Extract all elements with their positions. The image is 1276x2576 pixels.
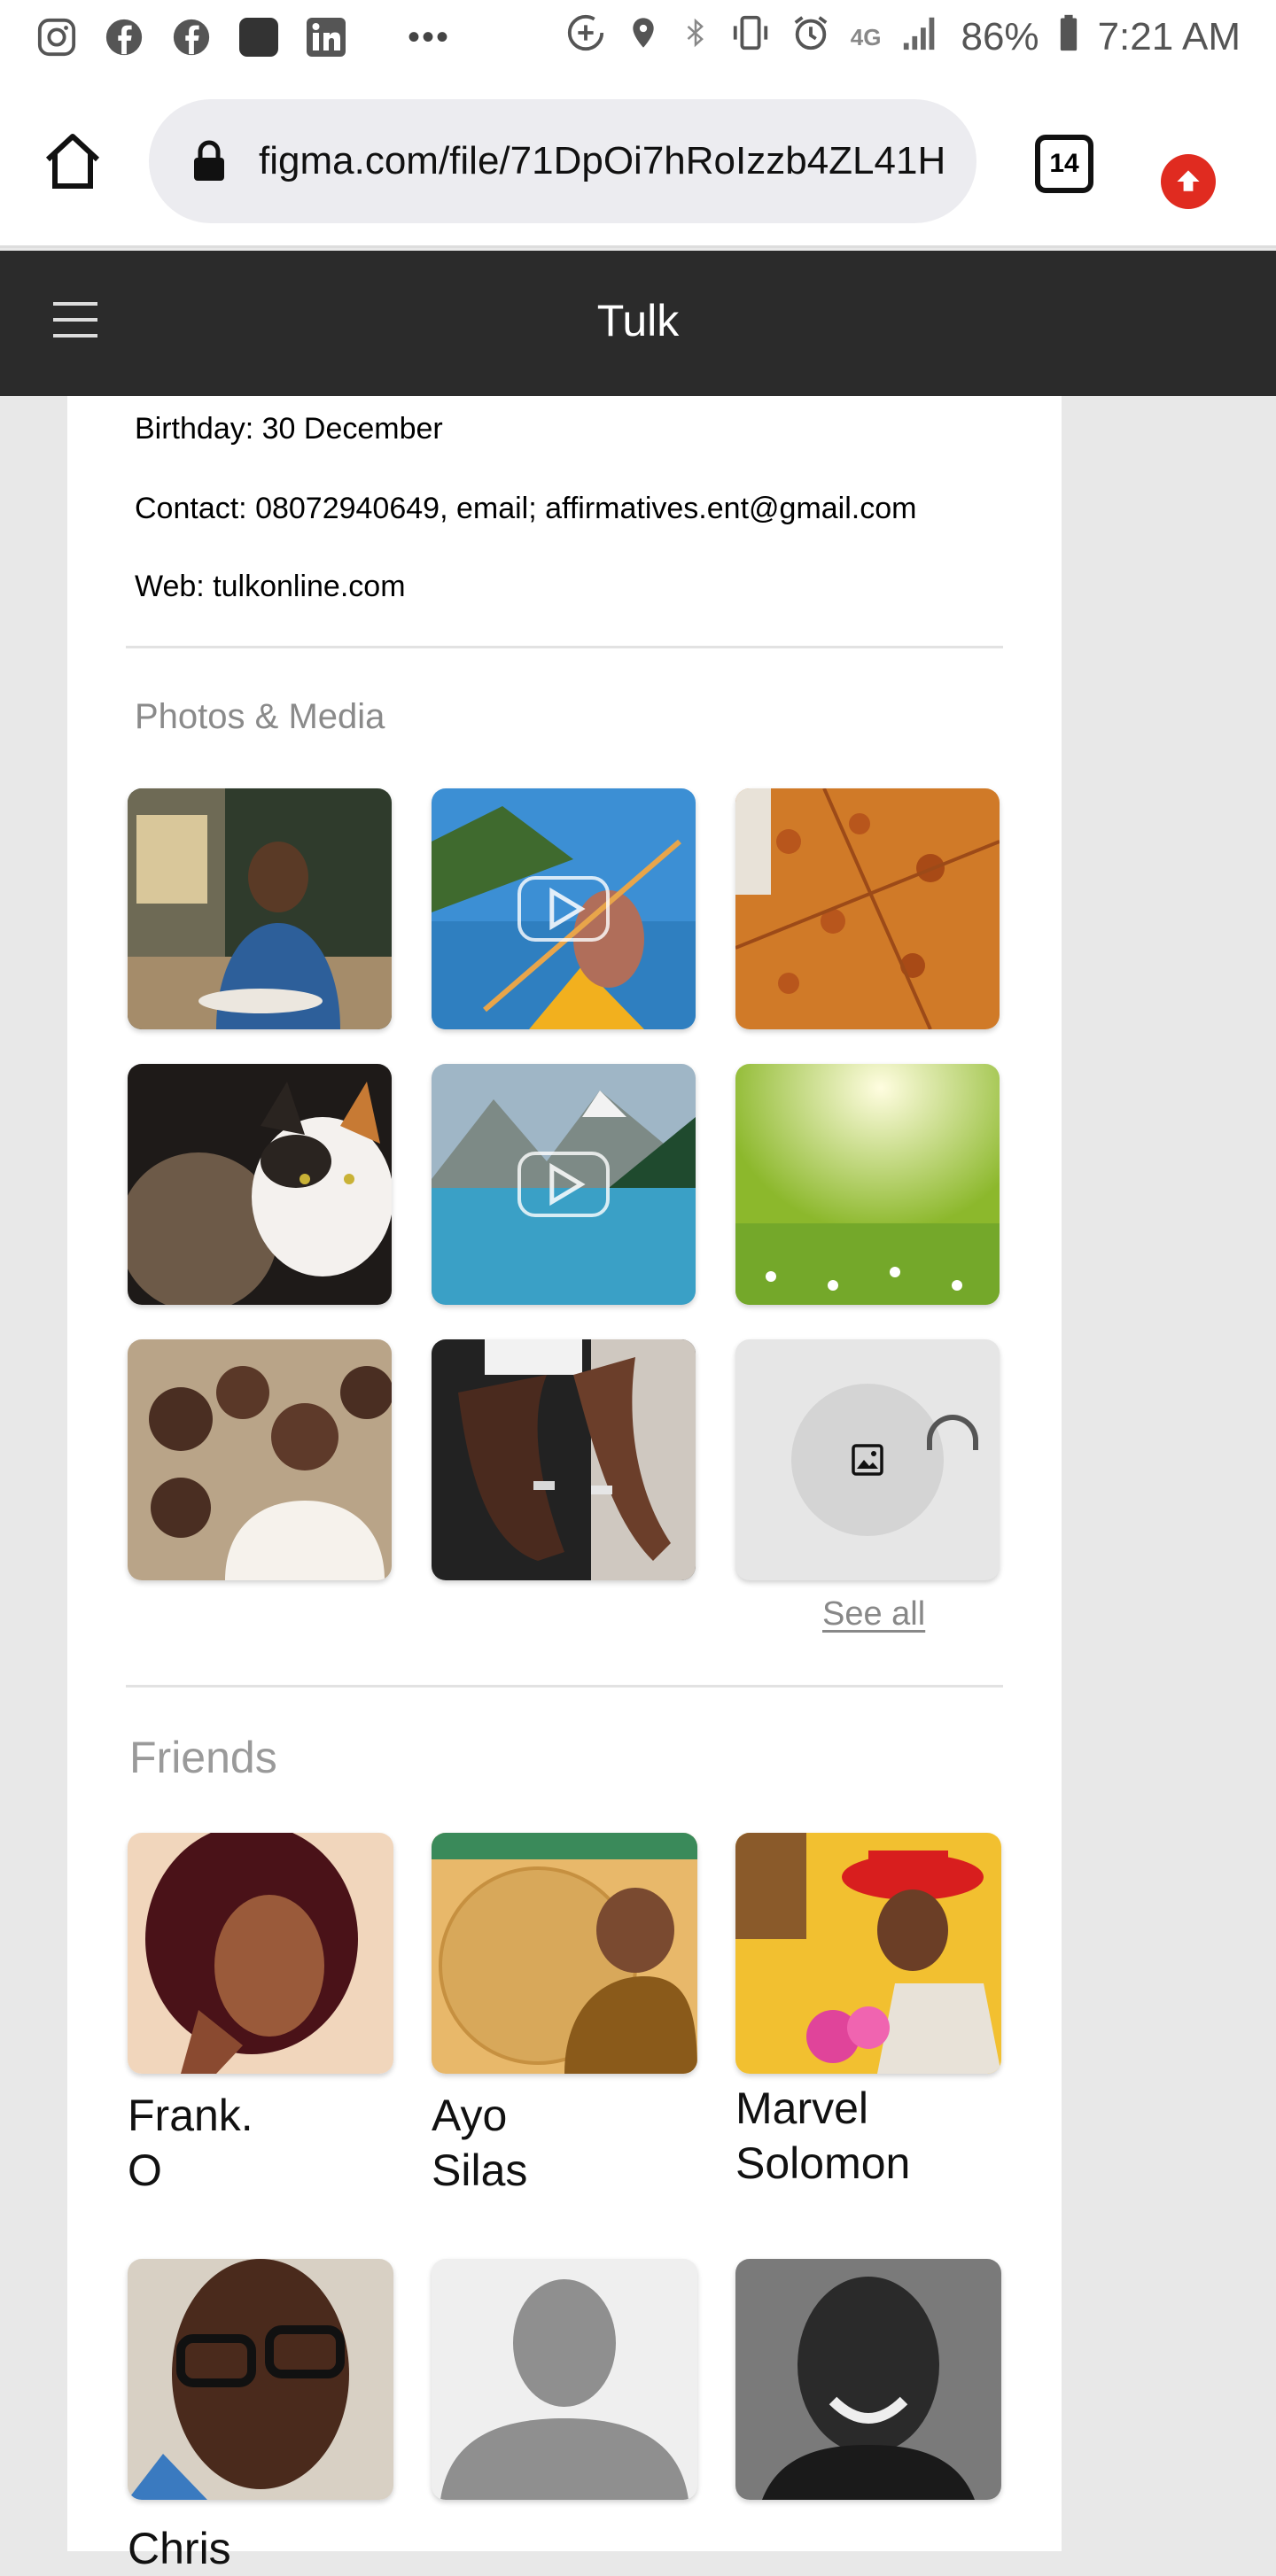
battery-icon: [1059, 12, 1078, 63]
image-placeholder[interactable]: [735, 1339, 1000, 1580]
contact-text: Contact: 08072940649, email; affirmative…: [135, 492, 917, 525]
divider: [126, 646, 1003, 648]
app-title: Tulk: [596, 296, 680, 345]
wedding-rings-photo[interactable]: [432, 1339, 696, 1580]
update-icon[interactable]: [1161, 154, 1216, 209]
more-notifications-icon: •••: [408, 17, 451, 57]
play-icon: [517, 1152, 610, 1217]
friend-card[interactable]: Ayo Silas: [432, 1833, 697, 2198]
bluetooth-icon: [681, 12, 711, 63]
see-all-link[interactable]: See all: [822, 1595, 925, 1633]
man-dining-photo[interactable]: [128, 788, 392, 1029]
vibrate-icon: [730, 12, 771, 63]
friend-card[interactable]: [735, 2259, 1001, 2500]
friend-name: Frank. O: [128, 2091, 253, 2195]
tab-switcher-button[interactable]: 14: [1035, 135, 1093, 193]
friend-card[interactable]: Chris: [128, 2259, 393, 2576]
friend-name: Ayo Silas: [432, 2091, 528, 2195]
location-icon: [626, 12, 661, 63]
bridal-party-photo[interactable]: [128, 1339, 392, 1580]
web-text: Web: tulkonline.com: [135, 570, 406, 603]
image-icon: [850, 1442, 885, 1478]
kittens-photo[interactable]: [128, 1064, 392, 1305]
friend-card[interactable]: Marvel Solomon: [735, 1833, 1001, 2191]
friend-avatar[interactable]: [735, 2259, 1001, 2500]
app-header: Tulk: [0, 251, 1276, 396]
browser-toolbar: figma.com/file/71DpOi7hRoIzzb4ZL41H 14: [0, 74, 1276, 248]
friend-name: Marvel Solomon: [735, 2083, 911, 2188]
friends-title: Friends: [129, 1733, 277, 1782]
lock-icon: [191, 140, 227, 182]
clock-time: 7:21 AM: [1097, 15, 1241, 58]
birthday-text: Birthday: 30 December: [135, 412, 443, 446]
battery-percent: 86%: [961, 15, 1039, 58]
instagram-icon: [35, 16, 78, 58]
image-placeholder-circle: [791, 1384, 944, 1536]
profile-card: Birthday: 30 December Contact: 080729406…: [67, 396, 1062, 2573]
facebook-icon: [170, 16, 213, 58]
divider: [126, 1685, 1003, 1688]
facebook-icon: [103, 16, 145, 58]
sunny-meadow-photo[interactable]: [735, 1064, 1000, 1305]
mountain-lake-video[interactable]: [432, 1064, 696, 1305]
alarm-icon: [790, 12, 831, 63]
photos-media-title: Photos & Media: [135, 697, 385, 736]
address-bar[interactable]: figma.com/file/71DpOi7hRoIzzb4ZL41H: [149, 99, 976, 223]
status-bar: ••• 4G 86% 7:21 AM: [0, 0, 1276, 74]
default-avatar[interactable]: [432, 2259, 697, 2500]
kayak-lake-video[interactable]: [432, 788, 696, 1029]
friend-avatar[interactable]: [128, 2259, 393, 2500]
friend-card[interactable]: [432, 2259, 697, 2500]
friend-card[interactable]: Frank. O: [128, 1833, 393, 2198]
play-icon: [517, 876, 610, 942]
data-saver-icon: [565, 12, 606, 63]
friend-avatar[interactable]: [432, 1833, 697, 2074]
url-text[interactable]: figma.com/file/71DpOi7hRoIzzb4ZL41H: [259, 139, 945, 183]
linkedin-icon: [305, 16, 347, 58]
friend-avatar[interactable]: [735, 1833, 1001, 2074]
pizza-photo[interactable]: [735, 788, 1000, 1029]
app-icon: [237, 16, 280, 58]
friend-avatar[interactable]: [128, 1833, 393, 2074]
signal-icon: [900, 12, 941, 63]
friend-name: Chris: [128, 2524, 231, 2573]
home-icon[interactable]: [41, 129, 105, 193]
network-type-icon: 4G: [850, 23, 882, 50]
